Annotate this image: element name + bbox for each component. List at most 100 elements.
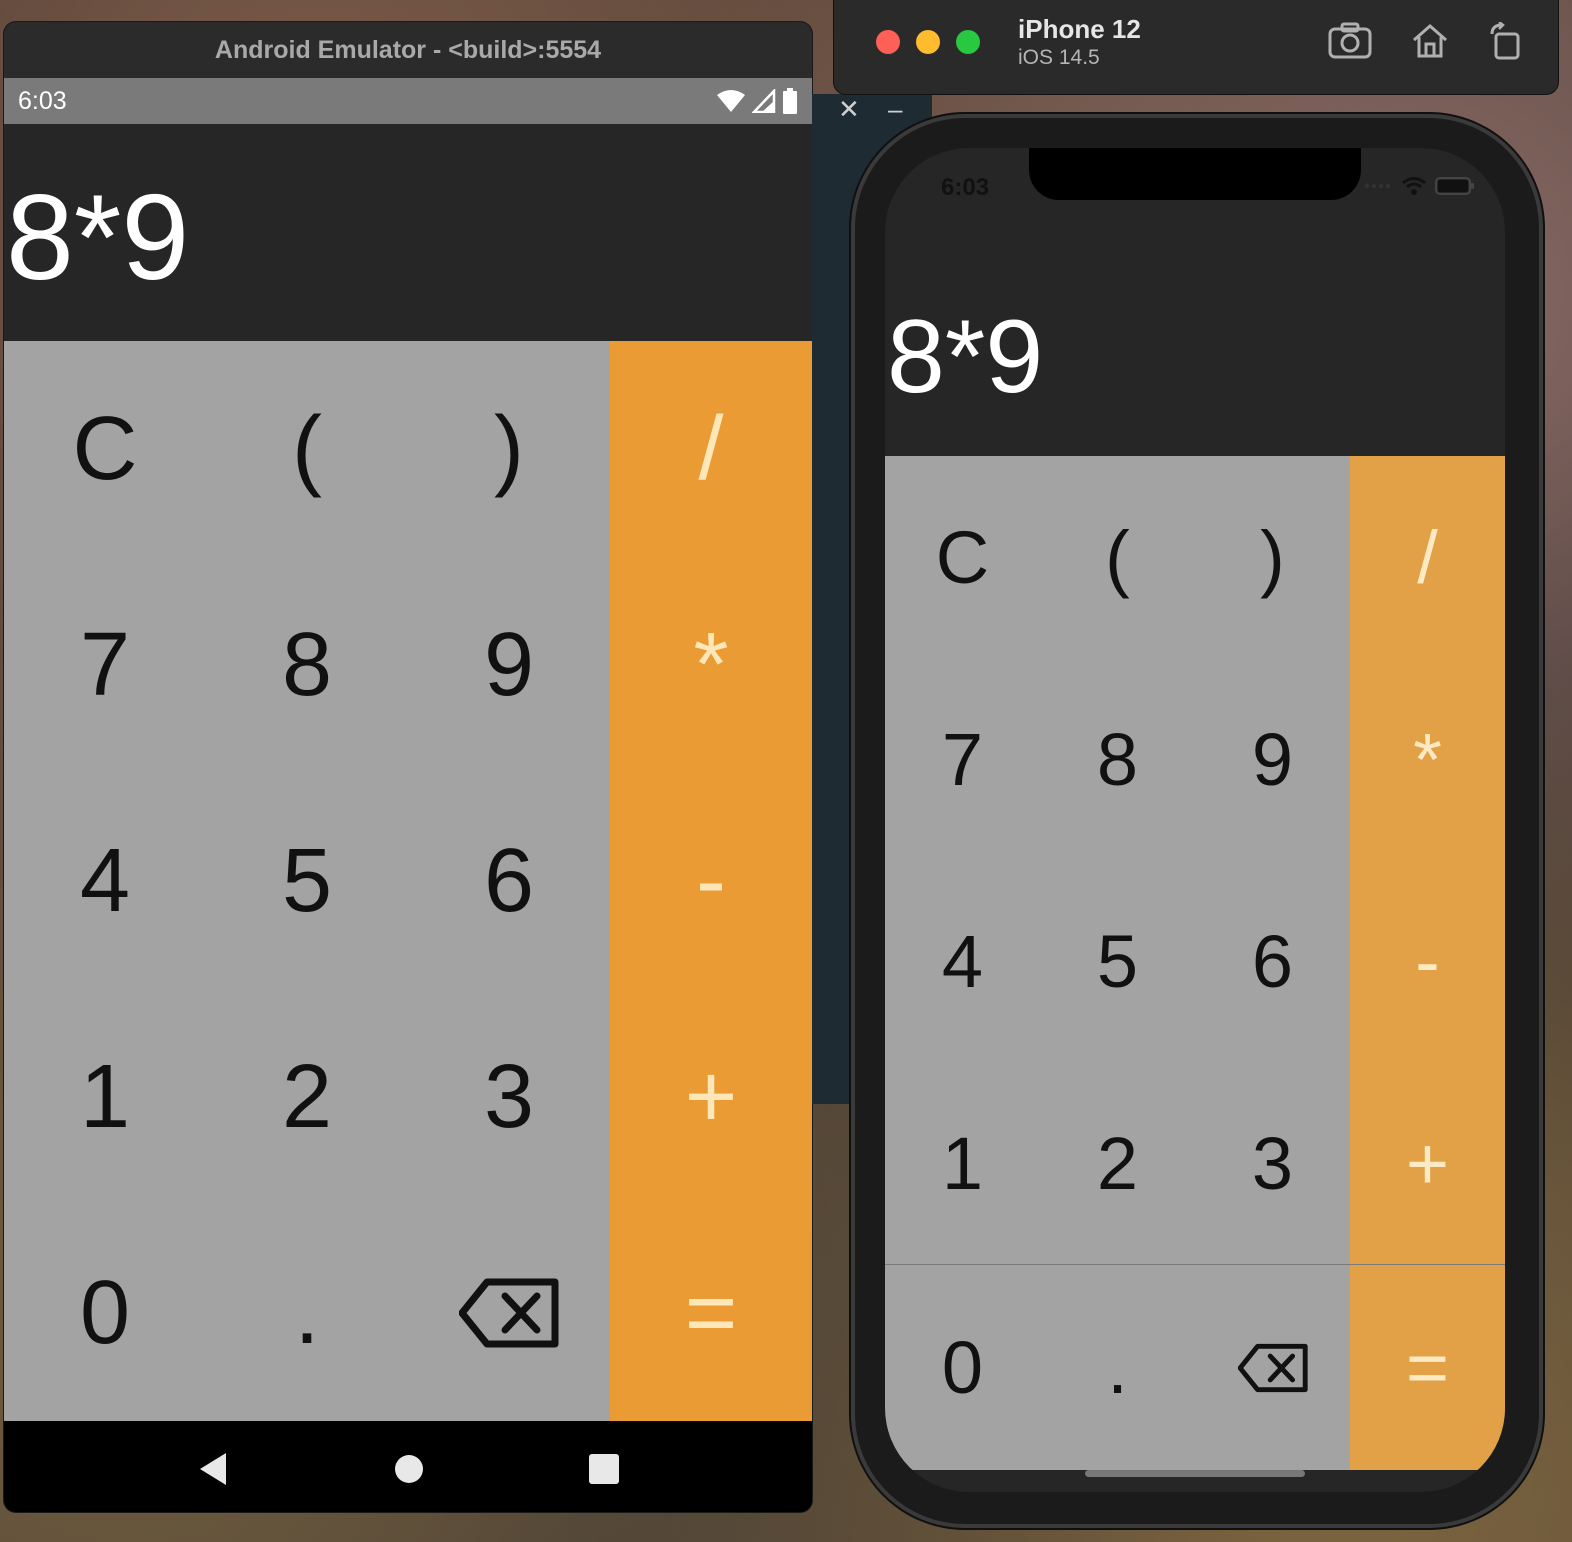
- android-key-label: 5: [281, 830, 333, 931]
- android-key-clear[interactable]: C: [4, 341, 206, 557]
- android-key-label: 0: [79, 1262, 131, 1363]
- android-key-backspace[interactable]: [408, 1205, 610, 1421]
- android-key-3[interactable]: 3: [408, 989, 610, 1205]
- back-icon[interactable]: [196, 1451, 230, 1487]
- android-key-9[interactable]: 9: [408, 557, 610, 773]
- android-window-title: Android Emulator - <build>:5554: [4, 22, 812, 78]
- ios-key-close-paren[interactable]: ): [1195, 456, 1350, 658]
- android-key-label: /: [698, 398, 724, 499]
- ios-key-0[interactable]: 0: [885, 1264, 1040, 1470]
- ios-key-label: 8: [1096, 717, 1139, 801]
- android-key-6[interactable]: 6: [408, 773, 610, 989]
- android-key-0[interactable]: 0: [4, 1205, 206, 1421]
- android-key-label: +: [684, 1046, 738, 1147]
- ios-key-9[interactable]: 9: [1195, 658, 1350, 860]
- battery-icon: [783, 88, 797, 114]
- android-key-7[interactable]: 7: [4, 557, 206, 773]
- minimize-icon[interactable]: –: [888, 94, 902, 125]
- backspace-icon: [459, 1278, 559, 1348]
- window-controls: [876, 30, 980, 54]
- android-key-minus[interactable]: -: [610, 773, 812, 989]
- ios-key-label: C: [935, 515, 990, 599]
- iphone-notch: [1029, 148, 1361, 200]
- android-key-multiply[interactable]: *: [610, 557, 812, 773]
- battery-icon: [1435, 177, 1474, 195]
- ios-key-minus[interactable]: -: [1350, 860, 1505, 1062]
- wifi-icon: [1402, 177, 1426, 195]
- device-os-version: iOS 14.5: [1018, 46, 1100, 69]
- ios-key-divide[interactable]: /: [1350, 456, 1505, 658]
- rotate-icon[interactable]: [1488, 22, 1524, 60]
- android-key-label: 1: [79, 1046, 131, 1147]
- ios-simulator-toolbar: iPhone 12 iOS 14.5: [834, 0, 1558, 94]
- ios-key-label: 0: [941, 1326, 984, 1409]
- ios-key-label: 7: [941, 717, 984, 801]
- ios-key-7[interactable]: 7: [885, 658, 1040, 860]
- android-key-label: ): [494, 398, 524, 499]
- ios-keypad: C () / 7 8 9 * 4 5 6 - 1 2 3 +0. =: [885, 456, 1505, 1470]
- ios-key-equals[interactable]: =: [1350, 1264, 1505, 1470]
- close-icon[interactable]: ✕: [838, 94, 860, 125]
- ios-key-open-paren[interactable]: (: [1040, 456, 1195, 658]
- ios-key-decimal[interactable]: .: [1040, 1264, 1195, 1470]
- ios-key-label: -: [1415, 919, 1440, 1003]
- ios-key-label: 1: [941, 1121, 984, 1205]
- recents-icon[interactable]: [588, 1453, 620, 1485]
- android-calculator-display: 8*9: [4, 124, 812, 341]
- home-button-icon[interactable]: [1410, 22, 1450, 60]
- ios-key-label: .: [1107, 1326, 1128, 1409]
- ios-key-2[interactable]: 2: [1040, 1062, 1195, 1264]
- minimize-window-button[interactable]: [916, 30, 940, 54]
- ios-key-label: +: [1405, 1121, 1450, 1205]
- android-key-open-paren[interactable]: (: [206, 341, 408, 557]
- ios-key-label: /: [1417, 515, 1438, 599]
- android-key-plus[interactable]: +: [610, 989, 812, 1205]
- ios-key-8[interactable]: 8: [1040, 658, 1195, 860]
- iphone-screen: 6:03 8*9 C () / 7 8 9 * 4 5 6 - 1 2 3 +0. =: [885, 148, 1505, 1492]
- android-emulator-window: Android Emulator - <build>:5554 6:03 8*9…: [4, 22, 812, 1512]
- home-indicator[interactable]: [1085, 1470, 1305, 1477]
- android-key-8[interactable]: 8: [206, 557, 408, 773]
- ios-key-4[interactable]: 4: [885, 860, 1040, 1062]
- simulator-tools: [1328, 22, 1524, 60]
- ios-key-6[interactable]: 6: [1195, 860, 1350, 1062]
- android-key-label: .: [294, 1262, 320, 1363]
- backspace-icon: [1237, 1343, 1308, 1392]
- ios-key-label: 9: [1251, 717, 1294, 801]
- android-status-icons: [716, 88, 798, 114]
- android-key-equals[interactable]: =: [610, 1205, 812, 1421]
- android-key-close-paren[interactable]: ): [408, 341, 610, 557]
- ios-key-label: 3: [1251, 1121, 1294, 1205]
- home-icon[interactable]: [393, 1453, 425, 1485]
- ios-key-label: (: [1105, 515, 1130, 599]
- screenshot-icon[interactable]: [1328, 22, 1372, 60]
- android-status-time: 6:03: [18, 86, 67, 115]
- android-keypad: C () / 7 8 9 * 4 5 6 - 1 2 3 +0. =: [4, 341, 812, 1421]
- ios-calculator-display: 8*9: [887, 298, 1044, 415]
- android-key-divide[interactable]: /: [610, 341, 812, 557]
- close-window-button[interactable]: [876, 30, 900, 54]
- ios-key-5[interactable]: 5: [1040, 860, 1195, 1062]
- ios-key-1[interactable]: 1: [885, 1062, 1040, 1264]
- ios-key-3[interactable]: 3: [1195, 1062, 1350, 1264]
- zoom-window-button[interactable]: [956, 30, 980, 54]
- ios-key-label: 2: [1096, 1121, 1139, 1205]
- ios-key-label: *: [1413, 717, 1442, 801]
- device-name: iPhone 12: [1018, 14, 1141, 44]
- iphone-device-frame: 6:03 8*9 C () / 7 8 9 * 4 5 6 - 1 2 3 +0. =: [855, 118, 1539, 1524]
- ios-key-backspace[interactable]: [1195, 1264, 1350, 1470]
- ios-status-icons: [1363, 176, 1475, 196]
- ios-key-multiply[interactable]: *: [1350, 658, 1505, 860]
- android-key-2[interactable]: 2: [206, 989, 408, 1205]
- android-key-4[interactable]: 4: [4, 773, 206, 989]
- android-key-label: =: [684, 1262, 738, 1363]
- android-key-label: 6: [483, 830, 535, 931]
- ios-key-plus[interactable]: +: [1350, 1062, 1505, 1264]
- android-key-1[interactable]: 1: [4, 989, 206, 1205]
- android-key-decimal[interactable]: .: [206, 1205, 408, 1421]
- ios-key-label: 6: [1251, 919, 1294, 1003]
- android-key-label: 3: [483, 1046, 535, 1147]
- ios-key-clear[interactable]: C: [885, 456, 1040, 658]
- cellular-dots-icon: [1364, 183, 1391, 189]
- android-key-5[interactable]: 5: [206, 773, 408, 989]
